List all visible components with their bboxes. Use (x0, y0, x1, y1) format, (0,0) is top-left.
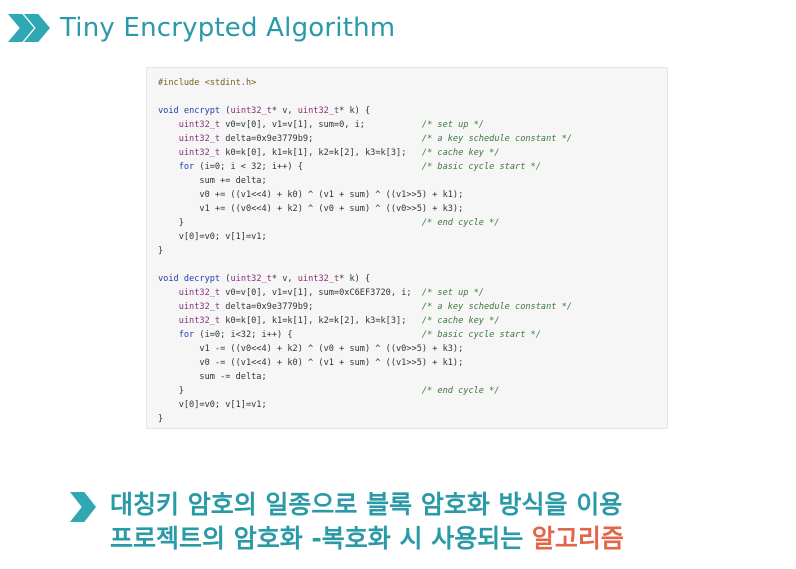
double-chevron-right-icon (8, 14, 50, 42)
code-line: uint32_t k0=k[0], k1=k[1], k2=k[2], k3=k… (178, 148, 500, 158)
code-line: void decrypt (uint32_t* v, uint32_t* k) … (158, 274, 371, 284)
slide-header: Tiny Encrypted Algorithm (8, 8, 395, 48)
code-line: sum -= delta; (158, 372, 267, 382)
bullet-point: 대칭키 암호의 일종으로 블록 암호화 방식을 이용 프로젝트의 암호화 -복호… (70, 488, 624, 556)
code-line: void encrypt (uint32_t* v, uint32_t* k) … (158, 106, 371, 116)
code-line: v0 += ((v1<<4) + k0) ^ (v1 + sum) ^ ((v1… (158, 190, 464, 200)
code-line: } /* end cycle */ (158, 386, 500, 396)
bullet-line-2: 프로젝트의 암호화 -복호화 시 사용되는 알고리즘 (110, 522, 624, 556)
code-line: v1 -= ((v0<<4) + k2) ^ (v0 + sum) ^ ((v0… (158, 344, 464, 354)
chevron-right-icon (70, 492, 96, 522)
code-block: #include <stdint.h> void encrypt (uint32… (158, 76, 667, 426)
code-line: } (158, 246, 164, 256)
code-line: v[0]=v0; v[1]=v1; (158, 232, 267, 242)
code-line: } (158, 414, 164, 424)
code-line: uint32_t v0=v[0], v1=v[1], sum=0xC6EF372… (178, 288, 484, 298)
code-line: } /* end cycle */ (158, 218, 500, 228)
code-line: for (i=0; i<32; i++) { /* basic cycle st… (178, 330, 541, 340)
code-listing: #include <stdint.h> void encrypt (uint32… (146, 67, 668, 429)
code-line: uint32_t delta=0x9e3779b9; /* a key sche… (178, 134, 572, 144)
bullet-accent-word: 알고리즘 (531, 524, 624, 553)
code-line: #include <stdint.h> (158, 78, 257, 88)
slide-title: Tiny Encrypted Algorithm (60, 13, 396, 43)
code-line: uint32_t k0=k[0], k1=k[1], k2=k[2], k3=k… (178, 316, 500, 326)
code-line: uint32_t v0=v[0], v1=v[1], sum=0, i; /* … (178, 120, 484, 130)
code-line: v0 -= ((v1<<4) + k0) ^ (v1 + sum) ^ ((v1… (158, 358, 464, 368)
bullet-line-2-main: 프로젝트의 암호화 -복호화 시 사용되는 (110, 524, 532, 553)
code-line: for (i=0; i < 32; i++) { /* basic cycle … (178, 162, 541, 172)
bullet-line-1: 대칭키 암호의 일종으로 블록 암호화 방식을 이용 (110, 490, 623, 519)
bullet-text: 대칭키 암호의 일종으로 블록 암호화 방식을 이용 프로젝트의 암호화 -복호… (110, 488, 624, 556)
code-line: uint32_t delta=0x9e3779b9; /* a key sche… (178, 302, 572, 312)
code-line: v[0]=v0; v[1]=v1; (158, 400, 267, 410)
code-line: v1 += ((v0<<4) + k2) ^ (v0 + sum) ^ ((v0… (158, 204, 464, 214)
code-line: sum += delta; (158, 176, 267, 186)
